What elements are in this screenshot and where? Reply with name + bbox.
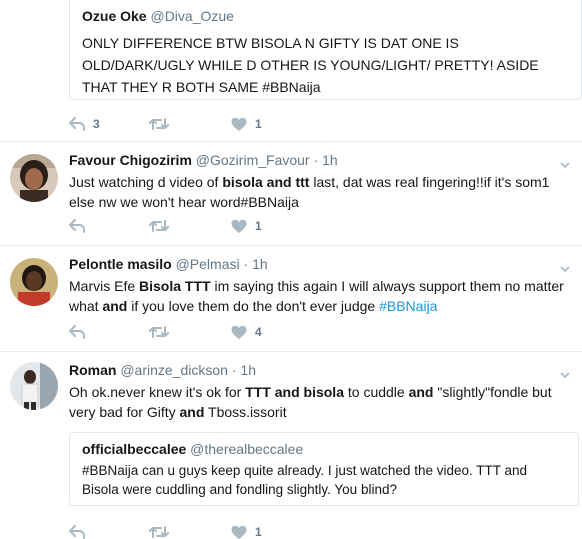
- retweet-icon: [149, 525, 169, 539]
- quoted-text-line: THAT THEY R BOTH SAME #BBNaija: [82, 79, 321, 95]
- chevron-down-icon[interactable]: [560, 366, 570, 379]
- reply-button[interactable]: 3: [69, 114, 100, 134]
- quoted-tweet-text: ONLY DIFFERENCE BTW BISOLA N GIFTY IS DA…: [82, 32, 539, 98]
- tweet-header: Pelontle masilo @Pelmasi · 1h: [69, 256, 268, 272]
- retweet-button[interactable]: [149, 322, 169, 342]
- quoted-text-line: ONLY DIFFERENCE BTW BISOLA N GIFTY IS DA…: [82, 35, 459, 51]
- separator-dot: ·: [231, 362, 237, 378]
- quoted-text-line: OLD/DARK/UGLY WHILE D OTHER IS YOUNG/LIG…: [82, 57, 539, 73]
- reply-count: 3: [93, 117, 100, 131]
- retweet-icon: [149, 117, 169, 131]
- tweet-actions: 1: [69, 216, 369, 236]
- chevron-down-icon[interactable]: [560, 156, 570, 169]
- avatar[interactable]: [10, 362, 58, 410]
- like-button[interactable]: 1: [231, 522, 262, 539]
- retweet-button[interactable]: [149, 114, 169, 134]
- avatar[interactable]: [10, 258, 58, 306]
- retweet-icon: [149, 219, 169, 233]
- quoted-tweet[interactable]: Ozue Oke @Diva_Ozue ONLY DIFFERENCE BTW …: [69, 0, 582, 100]
- tweet-item[interactable]: Roman @arinze_dickson · 1h Oh ok.never k…: [0, 352, 582, 539]
- like-count: 4: [255, 325, 262, 339]
- tweet-text: Oh ok.never knew it's ok for TTT and bis…: [69, 382, 574, 422]
- author-name[interactable]: Roman: [69, 362, 116, 378]
- tweet-text-line: what and if you love them do the don't e…: [69, 298, 438, 314]
- like-count: 1: [255, 525, 262, 539]
- heart-icon: [231, 117, 247, 132]
- reply-button[interactable]: [69, 522, 85, 539]
- tweet-item[interactable]: Favour Chigozirim @Gozirim_Favour · 1h J…: [0, 142, 582, 246]
- reply-button[interactable]: [69, 216, 85, 236]
- heart-icon: [231, 325, 247, 340]
- tweet-item[interactable]: Pelontle masilo @Pelmasi · 1h Marvis Efe…: [0, 246, 582, 352]
- tweet-text-line: Marvis Efe Bisola TTT im saying this aga…: [69, 278, 564, 294]
- retweet-icon: [149, 325, 169, 339]
- reply-icon: [69, 525, 85, 539]
- reply-icon: [69, 117, 85, 131]
- timestamp[interactable]: 1h: [240, 362, 256, 378]
- quoted-author-handle[interactable]: @therealbeccalee: [190, 441, 303, 457]
- hashtag-link[interactable]: #BBNaija: [379, 298, 437, 314]
- quoted-text-line: #BBNaija can u guys keep quite already. …: [82, 463, 528, 478]
- author-name[interactable]: Favour Chigozirim: [69, 152, 192, 168]
- separator-dot: ·: [243, 256, 249, 272]
- like-button[interactable]: 1: [231, 216, 262, 236]
- reply-icon: [69, 219, 85, 233]
- like-button[interactable]: 4: [231, 322, 262, 342]
- author-handle[interactable]: @Pelmasi: [176, 256, 240, 272]
- quoted-author-handle[interactable]: @Diva_Ozue: [150, 8, 233, 24]
- author-handle[interactable]: @Gozirim_Favour: [196, 152, 310, 168]
- reply-button[interactable]: [69, 322, 85, 342]
- author-name[interactable]: Pelontle masilo: [69, 256, 172, 272]
- quoted-tweet-header: officialbeccalee @therealbeccalee: [82, 441, 303, 457]
- retweet-button[interactable]: [149, 522, 169, 539]
- timestamp[interactable]: 1h: [252, 256, 268, 272]
- tweet-header: Roman @arinze_dickson · 1h: [69, 362, 256, 378]
- tweet-header: Favour Chigozirim @Gozirim_Favour · 1h: [69, 152, 338, 168]
- tweet-text: Marvis Efe Bisola TTT im saying this aga…: [69, 276, 574, 316]
- like-count: 1: [255, 117, 262, 131]
- quoted-tweet-text: #BBNaija can u guys keep quite already. …: [82, 461, 527, 499]
- heart-icon: [231, 525, 247, 539]
- tweet-text-line: else nw we won't hear word#BBNaija: [69, 194, 299, 210]
- tweet-text: Just watching d video of bisola and ttt …: [69, 172, 574, 212]
- avatar[interactable]: [10, 154, 58, 202]
- like-count: 1: [255, 219, 262, 233]
- heart-icon: [231, 219, 247, 234]
- tweet-text-line: Just watching d video of bisola and ttt …: [69, 174, 550, 190]
- author-handle[interactable]: @arinze_dickson: [120, 362, 228, 378]
- like-button[interactable]: 1: [231, 114, 262, 134]
- timestamp[interactable]: 1h: [322, 152, 338, 168]
- quoted-tweet-header: Ozue Oke @Diva_Ozue: [82, 8, 234, 24]
- quoted-text-line: Bisola were cuddling and fondling slight…: [82, 482, 397, 497]
- tweet-ozue-context: Ozue Oke @Diva_Ozue ONLY DIFFERENCE BTW …: [0, 0, 582, 142]
- tweet-actions: 3 1: [69, 114, 369, 134]
- tweet-actions: 1: [69, 522, 369, 539]
- tweet-actions: 4: [69, 322, 369, 342]
- separator-dot: ·: [313, 152, 319, 168]
- retweet-button[interactable]: [149, 216, 169, 236]
- quoted-author-name[interactable]: officialbeccalee: [82, 441, 186, 457]
- quoted-tweet[interactable]: officialbeccalee @therealbeccalee #BBNai…: [69, 432, 579, 506]
- reply-icon: [69, 325, 85, 339]
- tweet-text-line: Oh ok.never knew it's ok for TTT and bis…: [69, 384, 552, 400]
- tweet-text-line: very bad for Gifty and Tboss.issorit: [69, 404, 287, 420]
- quoted-author-name[interactable]: Ozue Oke: [82, 8, 147, 24]
- chevron-down-icon[interactable]: [560, 260, 570, 273]
